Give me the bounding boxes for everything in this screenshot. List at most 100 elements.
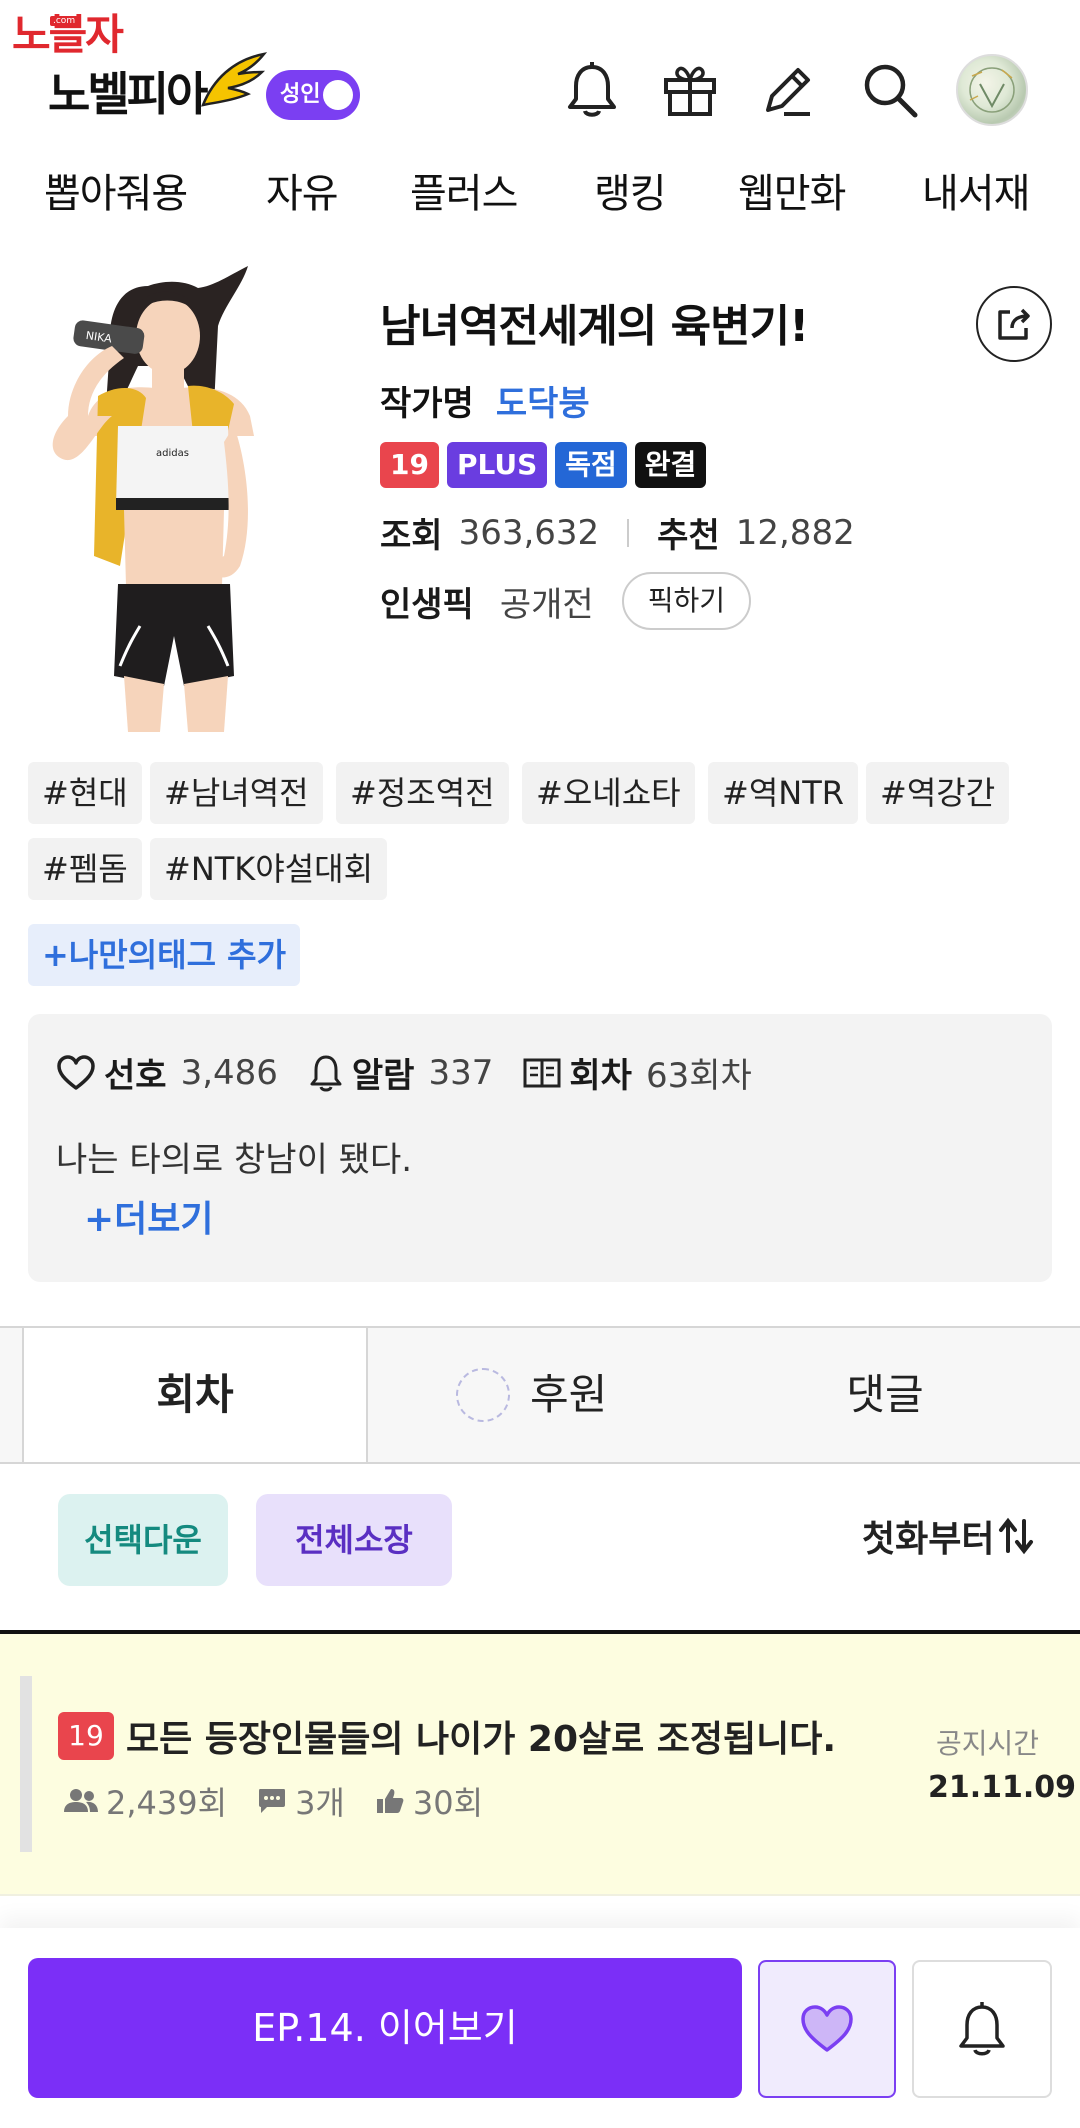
pick-button[interactable]: 픽하기 (621, 572, 751, 630)
adult-toggle-label: 성인 (280, 82, 321, 107)
tag-list: #현대 #남녀역전 #정조역전 #오네쇼타 #역NTR #역강간 #펨돔 #NT… (28, 762, 1058, 922)
logo-wing-icon (200, 52, 268, 107)
nav-item-plus[interactable]: 플러스 (410, 160, 518, 228)
notice-views: 2,439회 (106, 1784, 228, 1822)
views-label: 조회 (380, 516, 443, 556)
notice-divider (0, 1894, 1080, 1896)
notice-time-label: 공지시간 (936, 1727, 1040, 1760)
bell-icon[interactable] (308, 1053, 344, 1093)
save-all-button[interactable]: 전체소장 (256, 1494, 452, 1586)
book-icon (523, 1058, 561, 1087)
views-value: 363,632 (458, 512, 600, 553)
continue-reading-button[interactable]: EP.14. 이어보기 (28, 1958, 742, 2098)
stat-divider (627, 518, 630, 547)
people-icon (64, 1789, 98, 1812)
avatar-image-icon (969, 67, 1015, 113)
nav-item-free[interactable]: 자유 (266, 160, 339, 228)
tag-item[interactable]: #펨돔 (28, 838, 142, 900)
cover-illustration-icon: NIKA adidas (52, 266, 254, 732)
notice-item[interactable]: 19 모든 등장인물들의 나이가 20살로 조정됩니다. 2,439회 3개 3… (0, 1634, 1080, 1894)
write-button[interactable] (756, 58, 820, 122)
badge-group: 19 PLUS 독점 완결 (380, 442, 707, 488)
tag-item[interactable]: #역NTR (708, 762, 858, 824)
notice-comments: 3개 (295, 1784, 345, 1822)
tag-item[interactable]: #현대 (28, 762, 142, 824)
add-tag-button[interactable]: +나만의태그 추가 (28, 924, 301, 986)
view-recommend-row: 조회 363,632 추천 12,882 (380, 508, 855, 557)
novel-info-box: 선호 3,486 알람 337 회차 63회차 나는 타의로 창남이 됐다. +… (28, 1014, 1052, 1282)
recommend-label: 추천 (657, 516, 720, 556)
top-header: 노벨피아 성인 (0, 0, 1080, 150)
tag-item[interactable]: #오네쇼타 (522, 762, 695, 824)
alarm-label: 알람 (351, 1056, 415, 1096)
nav-item-pick[interactable]: 뽑아줘용 (44, 160, 188, 228)
notice-side-bar (20, 1676, 32, 1852)
heart-icon[interactable] (56, 1054, 96, 1091)
bottom-action-bar: EP.14. 이어보기 (0, 1928, 1080, 2128)
user-avatar[interactable] (956, 54, 1028, 126)
life-pick-row: 인생픽 공개전 픽하기 (380, 572, 751, 630)
exclusive-badge: 독점 (555, 442, 627, 488)
search-icon (864, 64, 918, 118)
tab-sponsor-label: 후원 (530, 1370, 608, 1419)
tab-sponsor[interactable]: 후원 (370, 1328, 710, 1462)
logo-text: 노벨피아 (48, 67, 208, 121)
pick-value: 공개전 (499, 584, 594, 625)
nav-item-library[interactable]: 내서재 (922, 160, 1030, 228)
age-badge: 19 (380, 442, 439, 488)
author-link[interactable]: 도닥붕 (496, 384, 590, 424)
completed-badge: 완결 (634, 442, 707, 488)
like-label: 선호 (104, 1056, 167, 1096)
gift-button[interactable] (658, 58, 722, 122)
tag-item[interactable]: #정조역전 (336, 762, 509, 824)
episode-label: 회차 (569, 1056, 632, 1096)
sort-label: 첫화부터 (862, 1519, 995, 1560)
heart-icon (801, 2005, 853, 2052)
select-download-button[interactable]: 선택다운 (58, 1494, 228, 1586)
novel-description: 나는 타의로 창남이 됐다. (56, 1140, 413, 1180)
plus-badge: PLUS (446, 442, 548, 488)
sort-toggle[interactable]: 첫화부터 (862, 1510, 1034, 1562)
novel-cover-image[interactable]: NIKA adidas (28, 266, 328, 732)
bell-icon (568, 62, 616, 117)
bell-icon (959, 2002, 1005, 2056)
nav-item-ranking[interactable]: 랭킹 (594, 160, 667, 228)
alarm-count: 337 (428, 1052, 494, 1093)
show-more-link[interactable]: +더보기 (84, 1190, 214, 1242)
tab-comments[interactable]: 댓글 (710, 1328, 1060, 1462)
episode-count: 63회차 (645, 1056, 752, 1096)
site-logo[interactable]: 노벨피아 (48, 50, 268, 124)
adult-mode-toggle[interactable]: 성인 (266, 70, 360, 120)
like-count: 3,486 (180, 1052, 278, 1093)
novel-title: 남녀역전세계의 육변기! (380, 301, 809, 352)
toggle-knob (323, 80, 353, 110)
tag-item[interactable]: #남녀역전 (150, 762, 323, 824)
search-button[interactable] (858, 58, 922, 122)
notice-stats: 2,439회 3개 30회 (64, 1778, 513, 1824)
sponsor-loading-icon (456, 1368, 510, 1422)
svg-text:adidas: adidas (156, 448, 189, 459)
info-stats-row: 선호 3,486 알람 337 회차 63회차 (56, 1048, 782, 1097)
content-tabs: 회차 후원 댓글 (0, 1326, 1080, 1464)
pencil-icon (766, 68, 810, 116)
notice-age-badge: 19 (58, 1712, 114, 1760)
author-row: 작가명 도닥붕 (380, 376, 590, 425)
thumbs-up-icon (376, 1789, 404, 1813)
tag-item[interactable]: #NTK야설대회 (150, 838, 388, 900)
nav-item-webtoon[interactable]: 웹만화 (738, 160, 846, 228)
share-button[interactable] (976, 286, 1052, 362)
gift-icon (664, 66, 716, 116)
comment-icon (259, 1789, 286, 1813)
tab-episodes[interactable]: 회차 (22, 1328, 368, 1462)
tag-item[interactable]: #역강간 (866, 762, 1010, 824)
alarm-button[interactable] (912, 1960, 1052, 2098)
notice-time-value: 21.11.09 (928, 1770, 1077, 1805)
notification-button[interactable] (560, 58, 624, 122)
main-nav: 뽑아줘용 자유 플러스 랭킹 웹만화 내서재 (0, 160, 1080, 228)
notice-likes: 30회 (412, 1784, 484, 1822)
pick-label: 인생픽 (380, 584, 474, 625)
notice-title: 모든 등장인물들의 나이가 20살로 조정됩니다. (126, 1719, 837, 1760)
recommend-value: 12,882 (735, 512, 855, 553)
share-icon (998, 308, 1030, 340)
favorite-button[interactable] (758, 1960, 896, 2098)
